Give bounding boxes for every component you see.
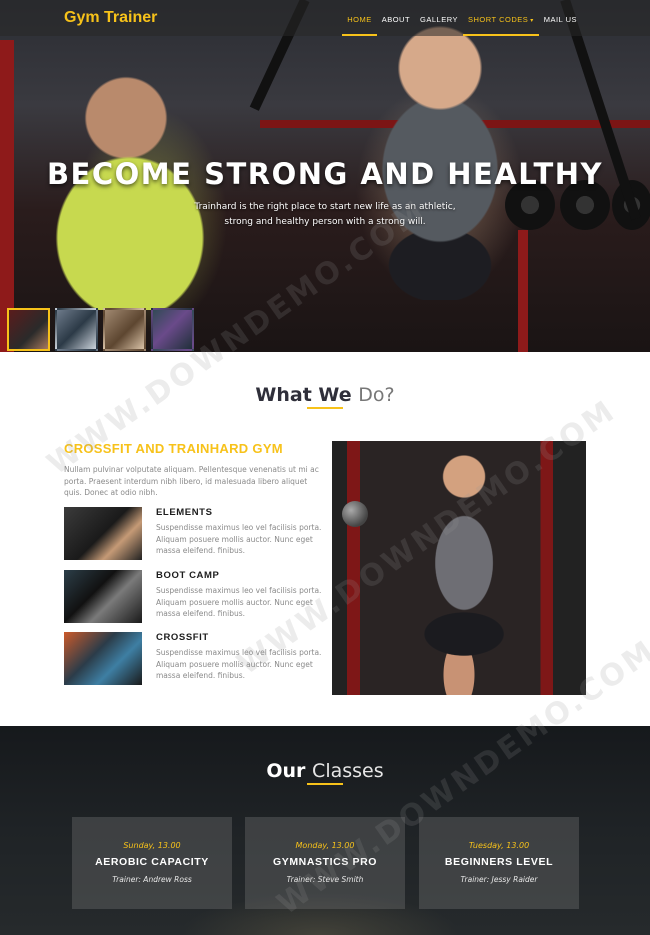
- nav-short-codes[interactable]: Short Codes ▾: [463, 0, 539, 36]
- feature-image: [64, 632, 142, 685]
- what-we-do-title: What We Do?: [0, 384, 650, 406]
- hero-subtitle: Trainhard is the right place to start ne…: [194, 202, 456, 227]
- nav-mail-us-label: Mail Us: [543, 15, 577, 24]
- what-we-do-title-strong: What We: [255, 384, 352, 406]
- feature-text: Suspendisse maximus leo vel facilisis po…: [156, 648, 322, 680]
- slider-thumbnails: [7, 308, 194, 351]
- nav-home-label: Home: [347, 15, 372, 24]
- feature-text: Suspendisse maximus leo vel facilisis po…: [156, 523, 322, 555]
- class-name: GYMNASTICS PRO: [272, 856, 378, 868]
- class-trainer: Trainer: Steve Smith: [286, 875, 364, 884]
- nav-about-label: About: [381, 15, 411, 24]
- brand-logo[interactable]: Gym Trainer: [64, 9, 157, 27]
- feature-item: ELEMENTS Suspendisse maximus leo vel fac…: [64, 507, 326, 563]
- nav-gallery-label: Gallery: [420, 15, 459, 24]
- nav-short-codes-label: Short Codes: [468, 15, 529, 24]
- chevron-down-icon: ▾: [530, 18, 534, 24]
- hero-athlete-figure: [350, 10, 530, 300]
- slider-thumbnail[interactable]: [151, 308, 194, 351]
- kettlebell-icon: [342, 501, 368, 527]
- crossfit-heading: CROSSFIT AND TRAINHARD GYM: [64, 441, 283, 456]
- feature-item: CROSSFIT Suspendisse maximus leo vel fac…: [64, 632, 326, 688]
- classes-title: Our Classes: [0, 760, 650, 782]
- main-menu: Home About Gallery Short Codes ▾ Mail Us: [342, 0, 582, 36]
- feature-title: ELEMENTS: [156, 507, 213, 518]
- class-time: Tuesday, 13.00: [468, 841, 530, 850]
- title-underline: [307, 783, 343, 785]
- kettlebell-athlete-photo: [332, 441, 586, 695]
- crossfit-intro: Nullam pulvinar volputate aliquam. Pelle…: [64, 465, 319, 497]
- nav-mail-us[interactable]: Mail Us: [539, 0, 582, 36]
- feature-item: BOOT CAMP Suspendisse maximus leo vel fa…: [64, 570, 326, 626]
- feature-title: CROSSFIT: [156, 632, 209, 643]
- what-we-do-title-light: Do?: [358, 384, 395, 406]
- top-navbar: Gym Trainer Home About Gallery Short Cod…: [0, 0, 650, 36]
- classes-title-strong: Our: [266, 760, 306, 782]
- hero-title: BECOME STRONG AND HEALTHY: [46, 157, 604, 191]
- classes-section: Our Classes Sunday, 13.00 AEROBIC CAPACI…: [0, 726, 650, 935]
- slider-thumbnail[interactable]: [103, 308, 146, 351]
- class-name: AEROBIC CAPACITY: [95, 856, 209, 868]
- feature-image: [64, 570, 142, 623]
- class-trainer: Trainer: Andrew Ross: [112, 875, 192, 884]
- class-time: Monday, 13.00: [295, 841, 355, 850]
- nav-about[interactable]: About: [377, 0, 415, 36]
- nav-gallery[interactable]: Gallery: [415, 0, 463, 36]
- class-trainer: Trainer: Jessy Raider: [460, 875, 538, 884]
- class-card[interactable]: Sunday, 13.00 AEROBIC CAPACITY Trainer: …: [72, 817, 232, 909]
- title-underline: [307, 407, 343, 409]
- feature-text: Suspendisse maximus leo vel facilisis po…: [156, 586, 322, 618]
- class-time: Sunday, 13.00: [123, 841, 181, 850]
- hero-slider: Gym Trainer Home About Gallery Short Cod…: [0, 0, 650, 352]
- rack-post-left: [0, 40, 14, 352]
- slider-thumbnail[interactable]: [7, 308, 50, 351]
- slider-thumbnail[interactable]: [55, 308, 98, 351]
- nav-home[interactable]: Home: [342, 0, 377, 36]
- classes-title-light: Classes: [312, 760, 384, 782]
- feature-image: [64, 507, 142, 560]
- class-card[interactable]: Tuesday, 13.00 BEGINNERS LEVEL Trainer: …: [419, 817, 579, 909]
- class-card[interactable]: Monday, 13.00 GYMNASTICS PRO Trainer: St…: [245, 817, 405, 909]
- class-name: BEGINNERS LEVEL: [444, 856, 554, 868]
- feature-title: BOOT CAMP: [156, 570, 220, 581]
